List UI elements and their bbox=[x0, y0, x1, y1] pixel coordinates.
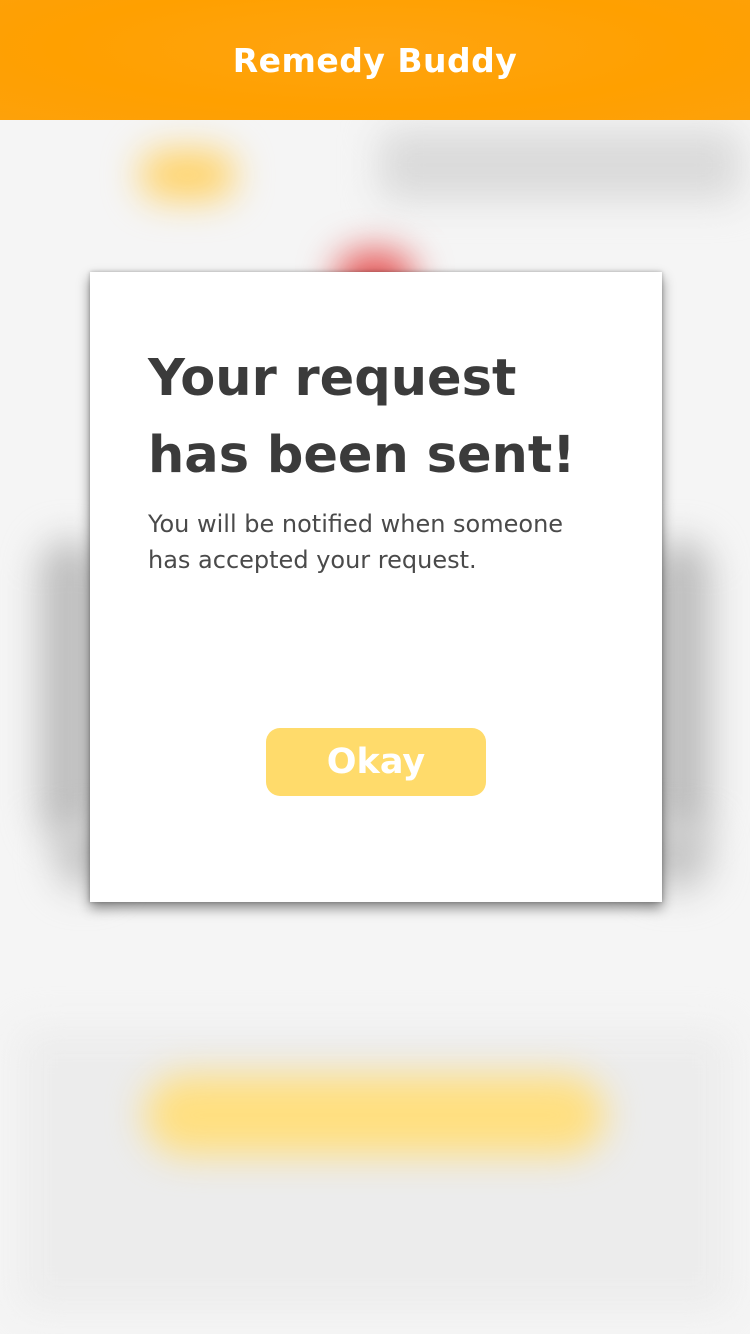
dialog-message: You will be notified when someone has ac… bbox=[148, 510, 564, 574]
blurred-bottom-button bbox=[145, 1075, 605, 1155]
blurred-tab-pill bbox=[140, 150, 235, 200]
nav-bar: Remedy Buddy bbox=[0, 0, 750, 120]
dialog-title: Your request has been sent! bbox=[148, 349, 576, 485]
confirmation-dialog: Your request has been sent! You will be … bbox=[90, 272, 662, 902]
okay-button[interactable]: Okay bbox=[266, 728, 486, 796]
blurred-bottom-panel bbox=[20, 1030, 730, 1310]
blurred-tab-area bbox=[380, 130, 740, 200]
app-title: Remedy Buddy bbox=[232, 40, 518, 80]
